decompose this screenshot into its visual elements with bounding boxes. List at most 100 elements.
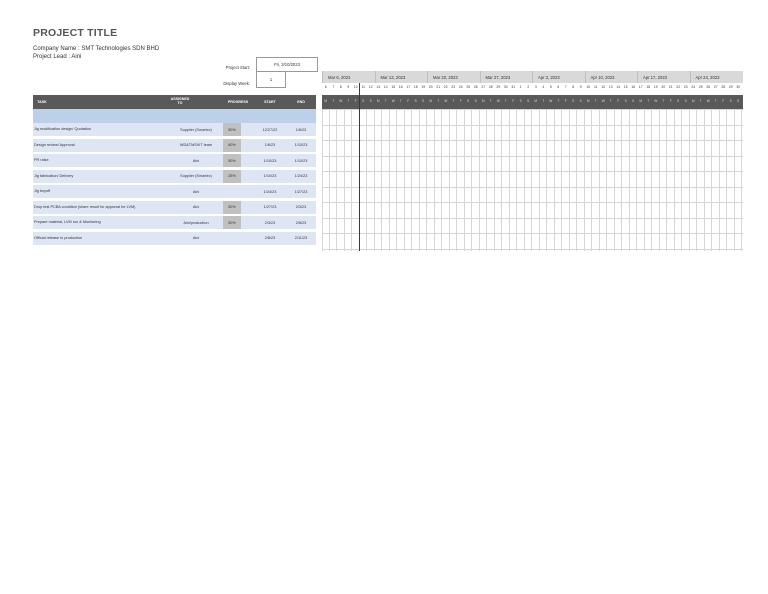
day-number: 10 — [586, 85, 591, 89]
day-letter: F — [617, 99, 620, 103]
grid-column — [495, 109, 502, 251]
task-progress — [223, 185, 241, 198]
day-number: 22 — [676, 85, 681, 89]
day-letter: S — [414, 99, 417, 103]
grid-column — [570, 109, 577, 251]
day-letter: S — [474, 99, 477, 103]
task-table-header: TASK ASSIGNED TO PROGRESS START END — [33, 95, 316, 109]
day-letter: W — [654, 99, 658, 103]
grid-column — [607, 109, 615, 251]
task-progress — [223, 232, 241, 245]
grid-column — [525, 109, 532, 251]
day-letter: F — [407, 99, 410, 103]
grid-column — [630, 109, 637, 251]
day-number: 21 — [436, 85, 441, 89]
day-letter: S — [519, 99, 522, 103]
day-number: 19 — [653, 85, 658, 89]
day-number: 18 — [413, 85, 418, 89]
task-end: 1/24/23 — [294, 174, 308, 178]
day-letter: T — [699, 99, 702, 103]
day-number: 15 — [623, 85, 628, 89]
day-number: 25 — [698, 85, 703, 89]
grid-column — [382, 109, 390, 251]
day-letter: W — [496, 99, 500, 103]
task-row[interactable]: Design review/ Approval WD&TMSVIT team 60%… — [33, 138, 316, 153]
task-start: 1/10/23 — [263, 158, 277, 163]
column-progress: PROGRESS — [227, 100, 249, 104]
task-row[interactable]: Official release to production Aini 2/8/23… — [33, 231, 316, 246]
day-letter: M — [429, 99, 433, 103]
grid-column — [592, 109, 600, 251]
grid-column — [405, 109, 412, 251]
project-start-label: Project Start: — [225, 65, 250, 70]
grid-column — [322, 109, 330, 251]
day-letter: W — [444, 99, 448, 103]
task-name: Jig fabrication/ Delivery — [34, 173, 74, 178]
task-end: 1/27/23 — [294, 189, 308, 194]
day-letter: S — [677, 99, 680, 103]
day-number: 20 — [661, 85, 666, 89]
day-letter: M — [481, 99, 485, 103]
today-marker — [358, 83, 360, 251]
day-letter: T — [452, 99, 455, 103]
task-row[interactable]: Jig modification design/ Quotation Suppli… — [33, 123, 316, 137]
day-number: 8 — [572, 85, 575, 89]
day-number: 13 — [608, 85, 613, 89]
task-row[interactable]: Jig buyoff Aini 1/24/23 1/27/23 — [33, 185, 316, 199]
grid-column — [390, 109, 397, 251]
column-assigned: ASSIGNED TO — [170, 97, 190, 105]
day-number: 29 — [728, 85, 733, 89]
week-label: Apr 17, 2023 — [637, 71, 690, 83]
task-end: 2/3/23 — [295, 205, 307, 209]
grid-column — [585, 109, 592, 251]
grid-column — [540, 109, 547, 251]
day-letter: S — [579, 99, 582, 103]
grid-column — [532, 109, 540, 251]
day-number: 30 — [503, 85, 508, 89]
day-letter: F — [722, 99, 725, 103]
task-progress: 50% — [223, 216, 241, 229]
day-number: 27 — [481, 85, 486, 89]
column-start: START — [264, 100, 276, 104]
display-week-field[interactable]: 1 — [256, 71, 286, 88]
task-row[interactable]: Jig fabrication/ Delivery Supplier (Smart… — [33, 169, 316, 184]
day-number: 8 — [339, 85, 342, 89]
grid-column — [427, 109, 435, 251]
day-number: 2 — [527, 85, 530, 89]
day-number: 7 — [564, 85, 567, 89]
day-number: 14 — [383, 85, 388, 89]
task-row[interactable]: Drop test PCBA condition (share result f… — [33, 200, 316, 215]
day-letter: T — [332, 99, 335, 103]
grid-column — [457, 109, 465, 251]
day-letter: T — [714, 99, 717, 103]
day-number: 23 — [683, 85, 688, 89]
project-start-field[interactable]: Fri, 3/10/2023 — [256, 57, 318, 72]
grid-row-line — [322, 155, 743, 157]
project-lead: Project Lead : Aini — [33, 54, 82, 60]
grid-column — [555, 109, 562, 251]
day-letter: M — [586, 99, 590, 103]
task-row[interactable]: PR raise Aini 50% 1/10/23 1/10/23 — [33, 154, 316, 168]
task-name: Jig modification design/ Quotation — [34, 127, 91, 132]
day-number: 26 — [473, 85, 478, 89]
task-row[interactable]: Prepare material, LVM run & Monitoring Ai… — [33, 216, 316, 230]
day-number: 20 — [428, 85, 433, 89]
grid-column — [600, 109, 607, 251]
day-number: 31 — [511, 85, 516, 89]
week-label: Apr 3, 2023 — [532, 71, 585, 83]
day-number: 12 — [368, 85, 373, 89]
day-number: 17 — [406, 85, 411, 89]
task-start: 1/6/23 — [264, 143, 276, 147]
day-letter: F — [669, 99, 672, 103]
task-start: 1/27/23 — [263, 205, 277, 209]
grid-column — [547, 109, 555, 251]
day-letter: W — [339, 99, 343, 103]
grid-row-line — [322, 233, 743, 234]
grid-column — [645, 109, 652, 251]
day-number: 11 — [361, 85, 365, 89]
day-number: 15 — [391, 85, 396, 89]
task-start: 12/27/22 — [262, 127, 278, 132]
day-number: 3 — [534, 85, 537, 89]
day-number: 28 — [488, 85, 493, 89]
day-letter: S — [632, 99, 635, 103]
